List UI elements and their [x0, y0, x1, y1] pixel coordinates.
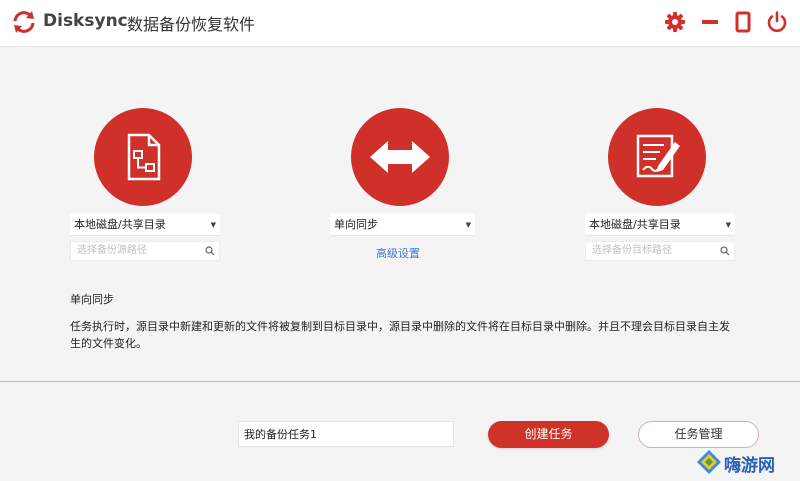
- sync-logo-icon: [13, 11, 35, 33]
- maximize-icon[interactable]: [731, 10, 755, 34]
- chevron-down-icon: ▼: [210, 221, 216, 229]
- source-type-value: 本地磁盘/共享目录: [74, 218, 166, 231]
- search-icon[interactable]: [720, 246, 730, 256]
- document-icon: [127, 133, 161, 181]
- watermark-logo-icon: [697, 450, 721, 474]
- sync-mode-button[interactable]: [351, 108, 449, 206]
- brand-name: Disksync: [43, 11, 128, 31]
- watermark-text: 嗨游网: [724, 456, 775, 476]
- mode-description-title: 单向同步: [70, 293, 114, 306]
- title-bar: Disksync 数据备份恢复软件: [0, 0, 800, 47]
- source-button[interactable]: [94, 108, 192, 206]
- sync-mode-select[interactable]: 单向同步 ▼: [330, 214, 475, 236]
- pencil-note-icon: [636, 134, 680, 178]
- chevron-down-icon: ▼: [725, 221, 731, 229]
- target-type-select[interactable]: 本地磁盘/共享目录 ▼: [585, 214, 735, 236]
- source-path-input[interactable]: 选择备份源路径: [70, 241, 220, 261]
- target-button[interactable]: [608, 108, 706, 206]
- mode-description-text: 任务执行时，源目录中新建和更新的文件将被复制到目标目录中，源目录中删除的文件将在…: [70, 320, 730, 350]
- gear-icon[interactable]: [663, 10, 687, 34]
- target-path-input[interactable]: 选择备份目标路径: [585, 241, 735, 261]
- manage-tasks-button[interactable]: 任务管理: [638, 421, 759, 448]
- power-icon[interactable]: [765, 10, 789, 34]
- double-arrow-icon: [370, 141, 430, 173]
- task-name-input[interactable]: [238, 421, 454, 447]
- create-task-button[interactable]: 创建任务: [488, 421, 609, 448]
- chevron-down-icon: ▼: [465, 221, 471, 229]
- search-icon[interactable]: [205, 246, 215, 256]
- source-type-select[interactable]: 本地磁盘/共享目录 ▼: [70, 214, 220, 236]
- source-path-placeholder: 选择备份源路径: [77, 245, 147, 256]
- app-title: 数据备份恢复软件: [127, 15, 256, 34]
- advanced-settings-link[interactable]: 高级设置: [376, 245, 420, 261]
- watermark: 嗨游网: [694, 447, 798, 477]
- sync-mode-value: 单向同步: [334, 218, 378, 231]
- target-type-value: 本地磁盘/共享目录: [589, 218, 681, 231]
- target-path-placeholder: 选择备份目标路径: [592, 245, 672, 256]
- minimize-icon[interactable]: [698, 10, 722, 34]
